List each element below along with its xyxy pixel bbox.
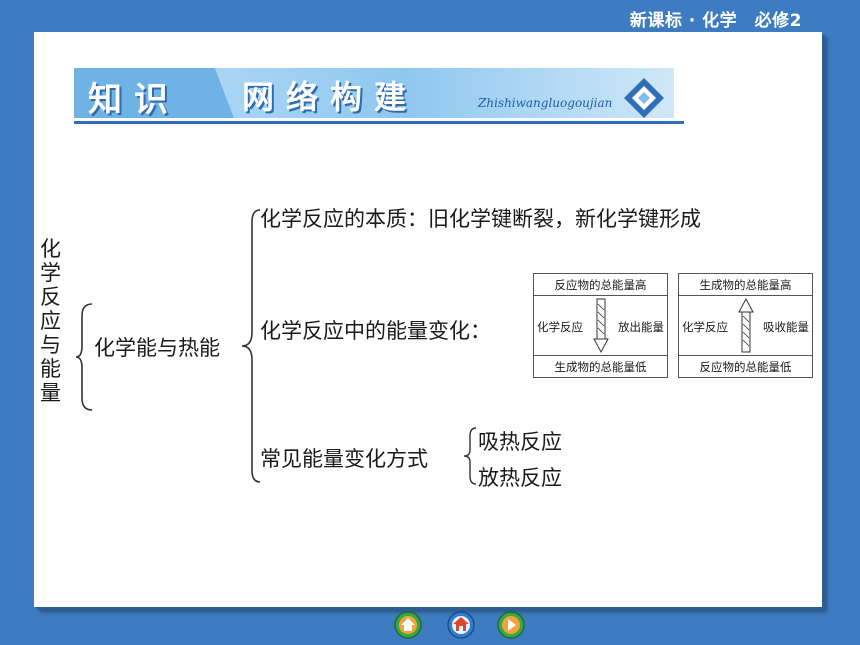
banner-underline bbox=[74, 121, 684, 124]
release-bottom-divider bbox=[534, 355, 667, 356]
banner-title-knowledge: 知识 bbox=[88, 80, 180, 120]
release-right-label: 放出能量 bbox=[618, 320, 664, 334]
nav-next-button[interactable] bbox=[496, 610, 526, 640]
absorb-left-label: 化学反应 bbox=[682, 320, 728, 334]
brace-common-ways bbox=[463, 427, 477, 485]
section-banner: 知识 网络构建 Zhishiwangluogoujian bbox=[74, 68, 684, 124]
absorb-top-label: 生成物的总能量高 bbox=[699, 278, 792, 292]
next-icon bbox=[497, 611, 525, 639]
release-top-label: 反应物的总能量高 bbox=[554, 278, 647, 292]
absorb-bottom-divider bbox=[679, 355, 812, 356]
release-left-label: 化学反应 bbox=[537, 320, 583, 334]
up-arrow-icon bbox=[738, 298, 754, 353]
level1-topic: 化学能与热能 bbox=[94, 336, 220, 360]
brace-level1 bbox=[241, 209, 261, 483]
home-icon bbox=[394, 611, 422, 639]
nav-home-button[interactable] bbox=[393, 610, 423, 640]
banner-title-network: 网络构建 bbox=[242, 78, 419, 116]
house-icon bbox=[447, 611, 475, 639]
item-common-ways: 常见能量变化方式 bbox=[260, 447, 428, 471]
diamond-icon bbox=[624, 78, 664, 118]
item-energy-change: 化学反应中的能量变化： bbox=[260, 319, 491, 343]
energy-absorb-box: 生成物的总能量高 化学反应 吸收能量 反应物的总能量低 bbox=[678, 273, 813, 378]
absorb-top-divider bbox=[679, 295, 812, 296]
energy-release-box: 反应物的总能量高 化学反应 放出能量 生成物的总能量低 bbox=[533, 273, 668, 378]
slide-panel: 知识 网络构建 Zhishiwangluogoujian 化学反应与能量 化学能… bbox=[34, 32, 822, 607]
absorb-bottom-label: 反应物的总能量低 bbox=[699, 360, 792, 374]
release-top-divider bbox=[534, 295, 667, 296]
item-exothermic: 放热反应 bbox=[478, 466, 562, 490]
absorb-right-label: 吸收能量 bbox=[763, 320, 809, 334]
item-essence: 化学反应的本质：旧化学键断裂，新化学键形成 bbox=[260, 207, 701, 231]
banner-pinyin: Zhishiwangluogoujian bbox=[478, 96, 613, 110]
release-bottom-label: 生成物的总能量低 bbox=[554, 360, 647, 374]
item-endothermic: 吸热反应 bbox=[478, 430, 562, 454]
brace-root bbox=[75, 303, 93, 411]
root-topic: 化学反应与能量 bbox=[40, 237, 61, 405]
nav-house-button[interactable] bbox=[446, 610, 476, 640]
down-arrow-icon bbox=[593, 298, 609, 354]
course-label: 新课标 · 化学 必修2 bbox=[629, 11, 802, 31]
